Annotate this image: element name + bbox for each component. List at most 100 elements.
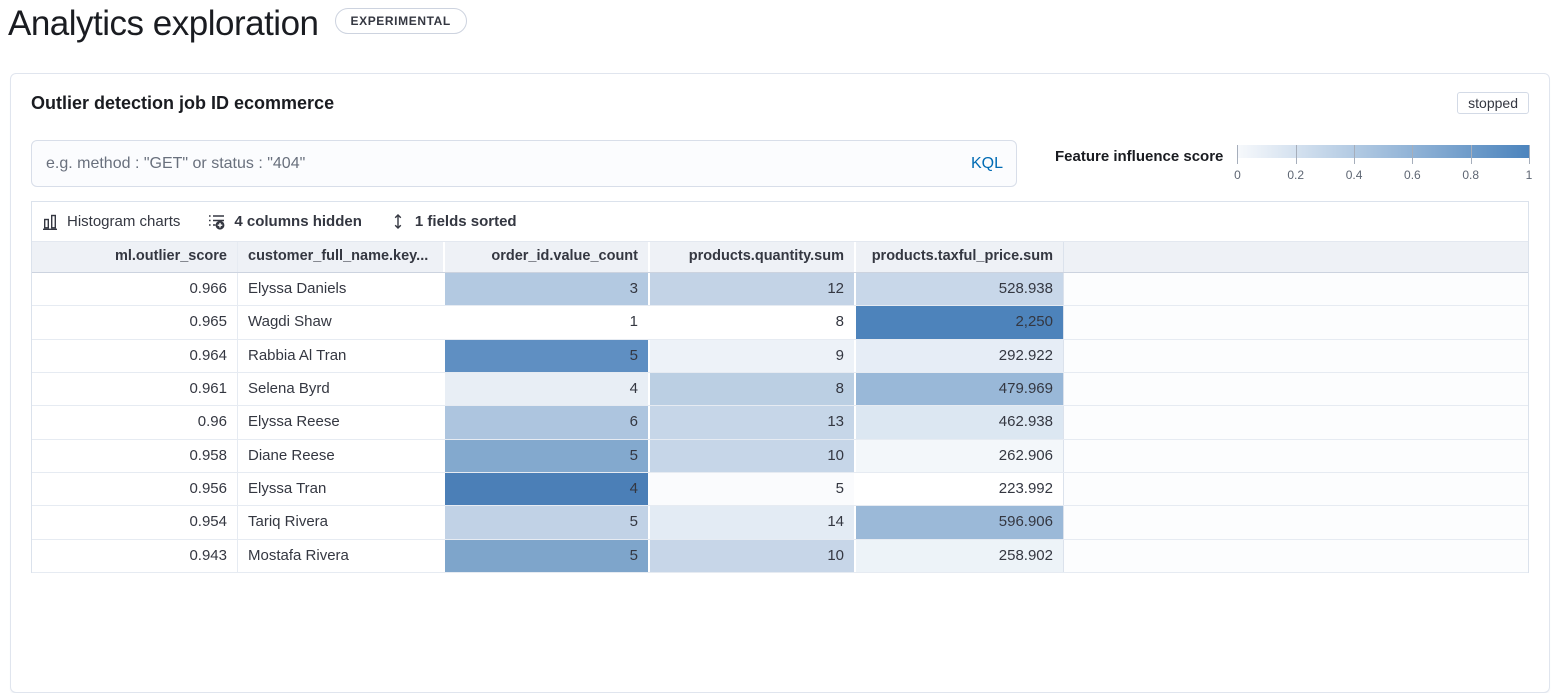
grid-header-row: ml.outlier_score customer_full_name.key.… [32, 242, 1528, 273]
row-filler [1064, 540, 1528, 572]
grid-cell[interactable]: Selena Byrd [238, 373, 445, 405]
grid-cell[interactable]: 5 [445, 340, 650, 372]
column-header-quantity-sum[interactable]: products.quantity.sum [650, 242, 856, 272]
grid-cell[interactable]: Elyssa Tran [238, 473, 445, 505]
grid-cell[interactable]: Wagdi Shaw [238, 306, 445, 338]
grid-cell[interactable]: 3 [445, 273, 650, 305]
legend-tick-label: 0.6 [1404, 168, 1421, 182]
grid-cell[interactable]: 0.961 [32, 373, 238, 405]
grid-cell[interactable]: 479.969 [856, 373, 1064, 405]
grid-cell[interactable]: 4 [445, 373, 650, 405]
column-header-outlier-score[interactable]: ml.outlier_score [32, 242, 238, 272]
row-filler [1064, 373, 1528, 405]
legend-tick-mark [1296, 145, 1297, 164]
grid-toolbar: Histogram charts 4 columns hidden [32, 202, 1528, 242]
grid-cell[interactable]: 9 [650, 340, 856, 372]
grid-cell[interactable]: 5 [445, 506, 650, 538]
grid-cell[interactable]: 262.906 [856, 440, 1064, 472]
page-header: Analytics exploration EXPERIMENTAL [0, 0, 1558, 46]
grid-cell[interactable]: 528.938 [856, 273, 1064, 305]
legend-tick-label: 0.8 [1462, 168, 1479, 182]
grid-cell[interactable]: 0.954 [32, 506, 238, 538]
grid-cell[interactable]: Elyssa Daniels [238, 273, 445, 305]
search-row: KQL Feature influence score 00.20.40.60.… [31, 140, 1529, 187]
sort-icon [390, 213, 406, 230]
kql-language-button[interactable]: KQL [971, 155, 1003, 173]
row-filler [1064, 440, 1528, 472]
fields-sorted-button[interactable]: 1 fields sorted [390, 213, 517, 230]
experimental-badge: EXPERIMENTAL [335, 8, 467, 34]
page-title: Analytics exploration [8, 2, 319, 46]
search-input[interactable] [31, 140, 1017, 187]
grid-cell[interactable]: 6 [445, 406, 650, 438]
grid-cell[interactable]: 8 [650, 373, 856, 405]
search-wrap: KQL [31, 140, 1017, 187]
table-row: 0.965Wagdi Shaw182,250 [32, 306, 1528, 339]
row-filler [1064, 273, 1528, 305]
grid-cell[interactable]: 258.902 [856, 540, 1064, 572]
grid-cell[interactable]: Rabbia Al Tran [238, 340, 445, 372]
status-badge: stopped [1457, 92, 1529, 114]
grid-cell[interactable]: 292.922 [856, 340, 1064, 372]
grid-cell[interactable]: 5 [445, 440, 650, 472]
histogram-icon [42, 214, 58, 230]
grid-cell[interactable]: 462.938 [856, 406, 1064, 438]
feature-influence-legend: Feature influence score 00.20.40.60.81 [1055, 140, 1529, 186]
table-row: 0.958Diane Reese510262.906 [32, 440, 1528, 473]
column-header-order-count[interactable]: order_id.value_count [445, 242, 650, 272]
grid-cell[interactable]: 596.906 [856, 506, 1064, 538]
grid-cell[interactable]: 0.956 [32, 473, 238, 505]
grid-cell[interactable]: 0.964 [32, 340, 238, 372]
grid-cell[interactable]: Diane Reese [238, 440, 445, 472]
panel-heading: Outlier detection job ID ecommerce [31, 93, 334, 114]
row-filler [1064, 406, 1528, 438]
legend-scale: 00.20.40.60.81 [1237, 140, 1529, 186]
legend-tick-label: 0.2 [1287, 168, 1304, 182]
table-row: 0.954Tariq Rivera514596.906 [32, 506, 1528, 539]
row-filler [1064, 473, 1528, 505]
legend-tick-mark [1237, 145, 1238, 164]
column-header-customer-name[interactable]: customer_full_name.key... [238, 242, 445, 272]
grid-cell[interactable]: 8 [650, 306, 856, 338]
grid-cell[interactable]: 1 [445, 306, 650, 338]
legend-tick-mark [1412, 145, 1413, 164]
legend-gradient-bar [1237, 145, 1529, 158]
grid-cell[interactable]: 14 [650, 506, 856, 538]
legend-tick-label: 0.4 [1346, 168, 1363, 182]
grid-cell[interactable]: 10 [650, 440, 856, 472]
histogram-charts-button[interactable]: Histogram charts [42, 213, 180, 230]
table-row: 0.961Selena Byrd48479.969 [32, 373, 1528, 406]
row-filler [1064, 340, 1528, 372]
grid-cell[interactable]: 0.965 [32, 306, 238, 338]
grid-cell[interactable]: 0.966 [32, 273, 238, 305]
grid-cell[interactable]: Tariq Rivera [238, 506, 445, 538]
grid-cell[interactable]: 223.992 [856, 473, 1064, 505]
table-row: 0.964Rabbia Al Tran59292.922 [32, 340, 1528, 373]
grid-cell[interactable]: Mostafa Rivera [238, 540, 445, 572]
data-grid: Histogram charts 4 columns hidden [31, 201, 1529, 573]
panel-header-row: Outlier detection job ID ecommerce stopp… [31, 92, 1529, 114]
grid-cell[interactable]: 0.958 [32, 440, 238, 472]
list-add-icon [208, 213, 225, 230]
table-row: 0.956Elyssa Tran45223.992 [32, 473, 1528, 506]
grid-cell[interactable]: 5 [650, 473, 856, 505]
legend-tick-label: 1 [1526, 168, 1533, 182]
grid-cell[interactable]: 10 [650, 540, 856, 572]
table-row: 0.943Mostafa Rivera510258.902 [32, 540, 1528, 573]
grid-cell[interactable]: 4 [445, 473, 650, 505]
grid-cell[interactable]: 5 [445, 540, 650, 572]
grid-body: 0.966Elyssa Daniels312528.9380.965Wagdi … [32, 273, 1528, 573]
grid-cell[interactable]: 2,250 [856, 306, 1064, 338]
grid-cell[interactable]: 12 [650, 273, 856, 305]
legend-tick-mark [1471, 145, 1472, 164]
grid-cell[interactable]: 13 [650, 406, 856, 438]
grid-cell[interactable]: 0.96 [32, 406, 238, 438]
legend-tick-mark [1529, 145, 1530, 164]
column-header-taxful-price-sum[interactable]: products.taxful_price.sum [856, 242, 1064, 272]
table-row: 0.96Elyssa Reese613462.938 [32, 406, 1528, 439]
columns-hidden-button[interactable]: 4 columns hidden [208, 213, 362, 230]
row-filler [1064, 306, 1528, 338]
legend-label: Feature influence score [1055, 148, 1223, 186]
grid-cell[interactable]: 0.943 [32, 540, 238, 572]
grid-cell[interactable]: Elyssa Reese [238, 406, 445, 438]
